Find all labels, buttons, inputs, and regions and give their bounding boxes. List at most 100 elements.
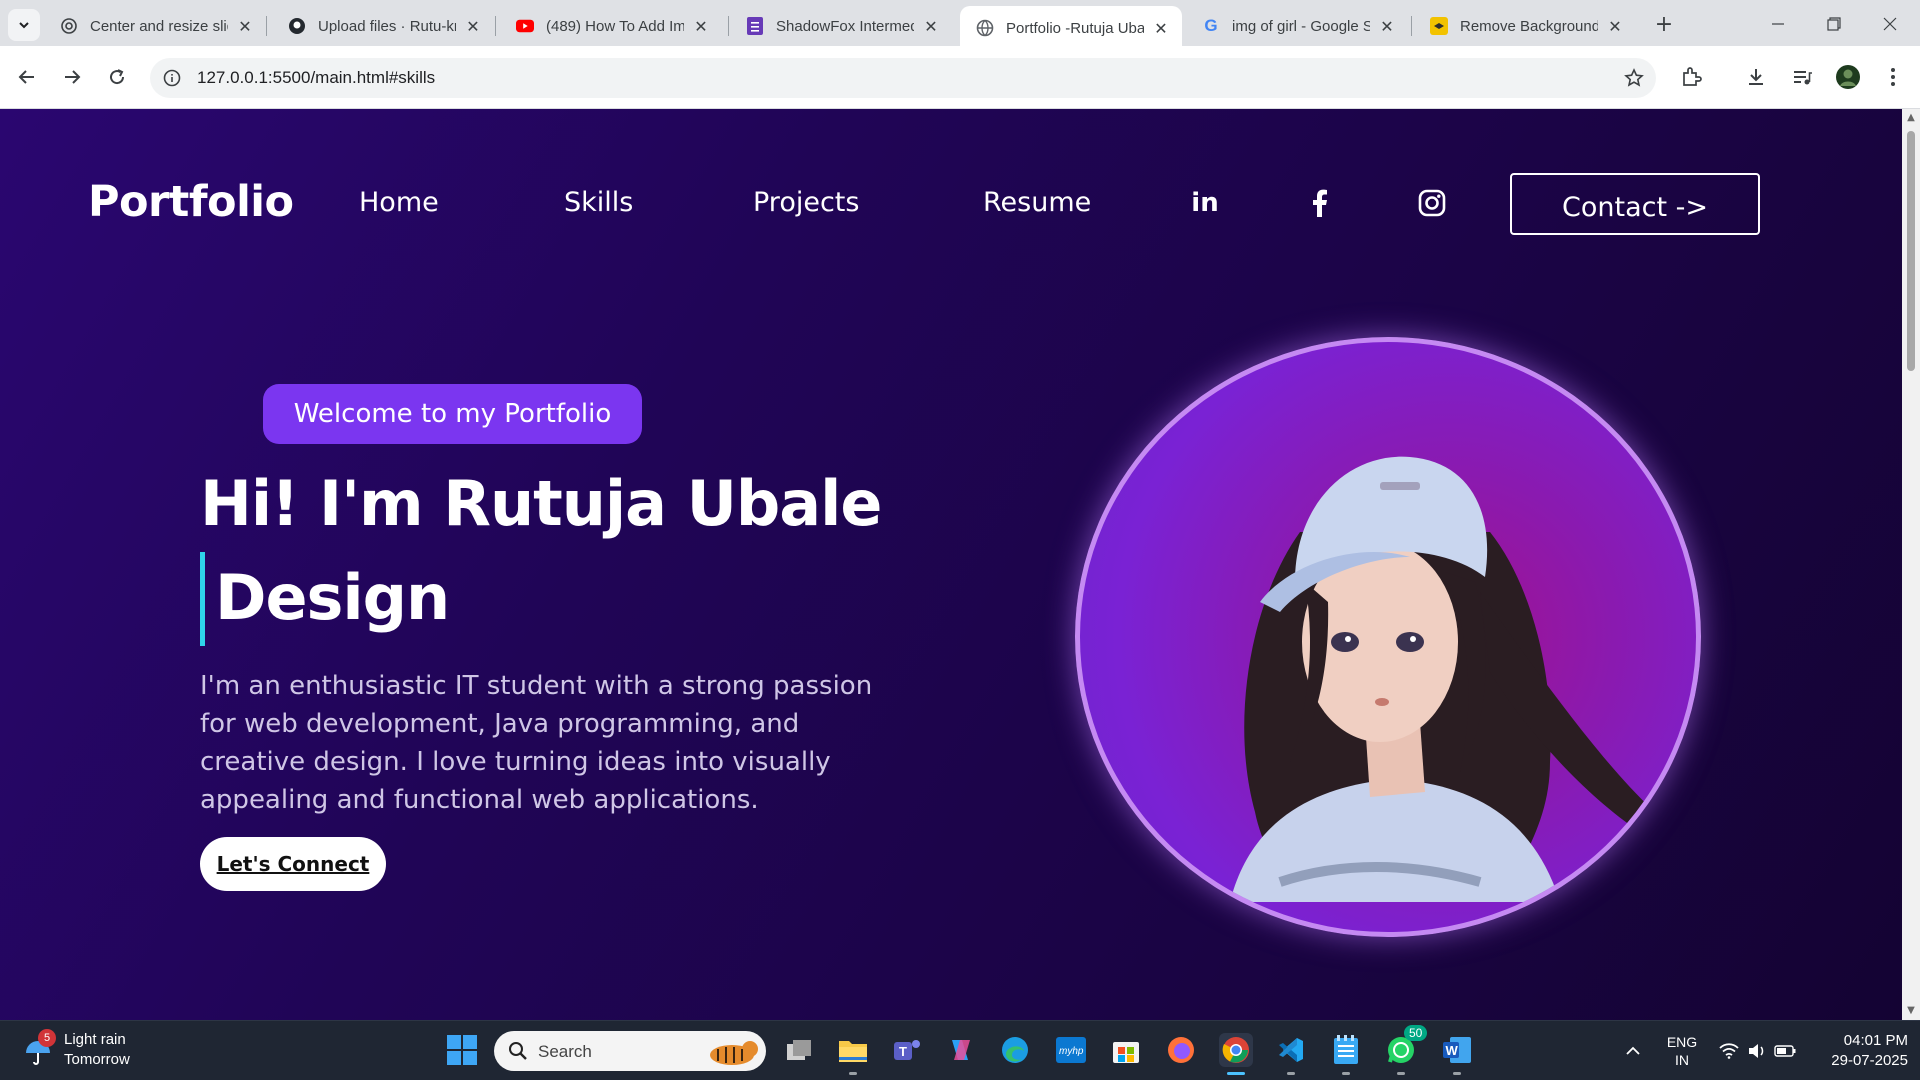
- taskbar-search[interactable]: Search: [494, 1031, 766, 1071]
- restore-button[interactable]: [1806, 0, 1862, 48]
- whatsapp-badge: 50: [1404, 1025, 1428, 1041]
- whatsapp-icon[interactable]: 50: [1384, 1025, 1428, 1075]
- weather-subtitle: Tomorrow: [64, 1051, 130, 1068]
- svg-text:myhp: myhp: [1059, 1046, 1084, 1057]
- arrow-left-icon: [18, 70, 34, 84]
- close-window-button[interactable]: [1862, 0, 1918, 48]
- chrome-icon[interactable]: [1219, 1033, 1253, 1075]
- close-icon[interactable]: ✕: [1378, 17, 1396, 36]
- battery-icon[interactable]: [1770, 1021, 1800, 1080]
- extensions-icon[interactable]: [1675, 61, 1707, 93]
- tab-google[interactable]: G img of girl - Google S ✕: [1186, 6, 1408, 46]
- nav-home[interactable]: Home: [359, 187, 439, 218]
- clock[interactable]: 04:01 PM 29-07-2025: [1808, 1021, 1908, 1080]
- forms-icon: [746, 17, 764, 35]
- volume-icon[interactable]: [1742, 1021, 1772, 1080]
- openai-icon: [60, 17, 78, 35]
- close-icon[interactable]: ✕: [922, 17, 940, 36]
- globe-icon: [976, 19, 994, 37]
- github-icon: [288, 17, 306, 35]
- close-icon[interactable]: ✕: [1606, 17, 1624, 36]
- close-icon[interactable]: ✕: [464, 17, 482, 36]
- search-icon: [509, 1042, 527, 1060]
- restore-icon: [1827, 17, 1841, 31]
- show-hidden-icons-chevron-icon[interactable]: [1618, 1021, 1648, 1080]
- vscode-icon[interactable]: [1274, 1033, 1308, 1075]
- close-icon[interactable]: ✕: [692, 17, 710, 36]
- nav-projects[interactable]: Projects: [753, 187, 859, 218]
- scroll-up-arrow-icon[interactable]: ▲: [1905, 112, 1917, 124]
- tab-removebg[interactable]: Remove Background ✕: [1414, 6, 1636, 46]
- weather-badge: 5: [38, 1029, 56, 1047]
- address-bar[interactable]: 127.0.0.1:5500/main.html#skills: [150, 58, 1656, 98]
- instagram-icon[interactable]: [1416, 187, 1448, 219]
- bookmark-star-icon[interactable]: [1622, 66, 1646, 90]
- page-scrollbar[interactable]: ▲ ▼: [1902, 109, 1920, 1020]
- tab-forms[interactable]: ShadowFox Intermed ✕: [730, 6, 952, 46]
- reload-button[interactable]: [99, 59, 135, 95]
- info-icon[interactable]: [160, 66, 184, 90]
- lets-connect-button[interactable]: Let's Connect: [200, 837, 386, 891]
- wifi-icon[interactable]: [1714, 1021, 1744, 1080]
- media-control-icon[interactable]: [1786, 61, 1818, 93]
- windows-start-icon[interactable]: [447, 1035, 477, 1065]
- clock-time: 04:01 PM: [1843, 1032, 1908, 1049]
- scroll-down-arrow-icon[interactable]: ▼: [1905, 1005, 1917, 1017]
- region-code: IN: [1675, 1052, 1689, 1068]
- girl-illustration: [1230, 456, 1655, 902]
- tab-portfolio-active[interactable]: Portfolio -Rutuja Uba ✕: [960, 6, 1182, 50]
- myhp-icon[interactable]: myhp: [1054, 1033, 1088, 1067]
- ms-store-icon[interactable]: [1109, 1033, 1143, 1067]
- firefox-icon[interactable]: [1164, 1033, 1198, 1067]
- download-icon[interactable]: [1740, 61, 1772, 93]
- tab-search-button[interactable]: [8, 9, 40, 41]
- tiger-illustration-icon: [710, 1041, 758, 1065]
- tab-github[interactable]: Upload files · Rutu-kr ✕: [272, 6, 494, 46]
- running-indicator: [1287, 1072, 1295, 1075]
- running-indicator: [1453, 1072, 1461, 1075]
- active-indicator: [1227, 1072, 1245, 1075]
- contact-button[interactable]: Contact ->: [1510, 173, 1760, 235]
- word-icon[interactable]: W: [1440, 1033, 1474, 1075]
- tab-title: img of girl - Google S: [1232, 17, 1370, 35]
- back-button[interactable]: [9, 59, 45, 95]
- copilot-icon[interactable]: [944, 1033, 978, 1067]
- url-text[interactable]: 127.0.0.1:5500/main.html#skills: [197, 68, 435, 88]
- linkedin-icon[interactable]: in: [1189, 187, 1221, 219]
- tab-chatgpt[interactable]: Center and resize slid ✕: [44, 6, 266, 46]
- scrollbar-thumb[interactable]: [1907, 131, 1915, 371]
- removebg-icon: [1430, 17, 1448, 35]
- nav-skills[interactable]: Skills: [564, 187, 633, 218]
- weather-title: Light rain: [64, 1031, 126, 1048]
- close-icon: [1883, 17, 1897, 31]
- close-icon[interactable]: ✕: [236, 17, 254, 36]
- running-indicator: [1397, 1072, 1405, 1075]
- running-indicator: [1342, 1072, 1350, 1075]
- tab-divider: [728, 16, 729, 36]
- browser-toolbar: 127.0.0.1:5500/main.html#skills: [0, 46, 1920, 109]
- site-logo[interactable]: Portfolio: [88, 177, 294, 227]
- profile-avatar[interactable]: [1832, 61, 1864, 93]
- linkedin-label: in: [1191, 188, 1219, 218]
- notepad-icon[interactable]: [1329, 1033, 1363, 1075]
- arrow-right-icon: [65, 70, 81, 84]
- tab-title: (489) How To Add Im: [546, 17, 684, 35]
- facebook-icon[interactable]: [1303, 187, 1335, 219]
- forward-button[interactable]: [54, 59, 90, 95]
- close-icon[interactable]: ✕: [1152, 19, 1170, 38]
- new-tab-button[interactable]: +: [1652, 12, 1676, 37]
- tab-title: Upload files · Rutu-kr: [318, 17, 456, 35]
- minimize-icon: [1772, 23, 1784, 25]
- nav-resume[interactable]: Resume: [983, 187, 1091, 218]
- tab-youtube[interactable]: (489) How To Add Im ✕: [500, 6, 722, 46]
- input-language[interactable]: ENG IN: [1662, 1021, 1702, 1080]
- file-explorer-icon[interactable]: [836, 1033, 870, 1075]
- tab-title: Portfolio -Rutuja Uba: [1006, 19, 1144, 37]
- weather-widget[interactable]: 5 Light rain Tomorrow: [22, 1029, 182, 1073]
- teams-icon[interactable]: T: [890, 1033, 924, 1067]
- edge-icon[interactable]: [998, 1033, 1032, 1067]
- menu-kebab-icon[interactable]: [1877, 61, 1909, 93]
- windows-taskbar: 5 Light rain Tomorrow Search T myhp 50 W…: [0, 1020, 1920, 1080]
- task-view-icon[interactable]: [782, 1033, 816, 1067]
- minimize-button[interactable]: [1750, 0, 1806, 48]
